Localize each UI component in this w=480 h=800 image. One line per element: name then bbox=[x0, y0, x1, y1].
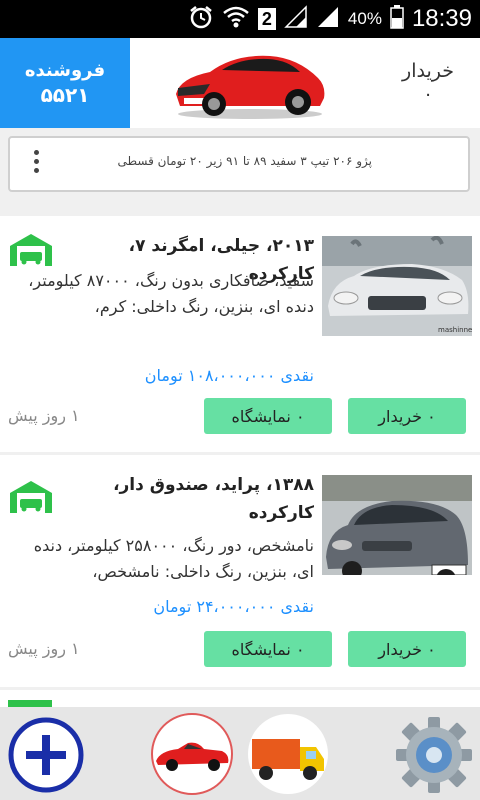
truck-icon[interactable] bbox=[246, 713, 330, 799]
more-vertical-icon[interactable] bbox=[32, 150, 40, 177]
alarm-icon bbox=[188, 4, 214, 34]
dealer-count-button[interactable]: ۰ نمایشگاه bbox=[204, 398, 332, 434]
buyer-count-button[interactable]: ۰ خریدار bbox=[348, 398, 466, 434]
listing-title: ۱۳۸۸، پراید، صندوق دار، کارکرده bbox=[113, 475, 314, 523]
listing-card[interactable]: mashinnet.com ۲۰۱۳، جیلی، امگرند ۷، کارک… bbox=[0, 216, 480, 452]
listing-price: نقدی ۱۰۸،۰۰۰،۰۰۰ تومان bbox=[144, 366, 314, 385]
dealer-count-button[interactable]: ۰ نمایشگاه bbox=[204, 631, 332, 667]
buyer-count: ۰ bbox=[423, 84, 433, 105]
car-photo bbox=[322, 475, 472, 575]
status-bar: 2 40% 18:39 bbox=[0, 0, 480, 38]
car-photo: mashinnet.com bbox=[322, 236, 472, 336]
buyer-button[interactable]: خریدار ۰ bbox=[402, 60, 454, 105]
red-sports-car-icon bbox=[170, 44, 330, 124]
posted-time: ۱ روز پیش bbox=[8, 406, 80, 425]
battery-percent: 40% bbox=[347, 9, 382, 28]
seller-count: ۵۵۲۱ bbox=[40, 83, 90, 107]
garage-icon[interactable] bbox=[8, 232, 54, 272]
listing-card[interactable]: ۱۳۸۸، پراید، صندوق دار، کارکرده نامشخص، … bbox=[0, 455, 480, 687]
signal-icon bbox=[284, 5, 308, 33]
add-circle-icon[interactable] bbox=[6, 715, 86, 799]
buyer-count-button[interactable]: ۰ خریدار bbox=[348, 631, 466, 667]
wifi-icon bbox=[222, 5, 250, 33]
posted-time: ۱ روز پیش bbox=[8, 639, 80, 658]
photo-watermark: mashinnet.com bbox=[438, 326, 472, 334]
seller-label: فروشنده bbox=[24, 60, 106, 81]
buyer-label: خریدار bbox=[402, 60, 454, 82]
signal-full-icon bbox=[316, 5, 340, 33]
red-car-icon[interactable] bbox=[148, 713, 236, 799]
clock: 18:39 bbox=[411, 5, 472, 32]
bottom-nav bbox=[0, 707, 480, 800]
app-header: فروشنده ۵۵۲۱ خریدار ۰ bbox=[0, 38, 480, 128]
seller-button[interactable]: فروشنده ۵۵۲۱ bbox=[0, 38, 130, 128]
garage-icon[interactable] bbox=[8, 479, 54, 519]
settings-gear-icon[interactable] bbox=[394, 715, 474, 799]
saved-search-card[interactable]: پژو ۲۰۶ تیپ ۳ سفید ۸۹ تا ۹۱ زیر ۲۰ تومان… bbox=[8, 136, 470, 192]
battery-icon bbox=[390, 5, 404, 33]
listing-price: نقدی ۲۴،۰۰۰،۰۰۰ تومان bbox=[153, 597, 314, 616]
sim-2-icon: 2 bbox=[257, 8, 276, 30]
saved-search-text: پژو ۲۰۶ تیپ ۳ سفید ۸۹ تا ۹۱ زیر ۲۰ تومان… bbox=[117, 154, 372, 168]
listing-description: نامشخص، دور رنگ، ۲۵۸۰۰۰ کیلومتر، دنده ای… bbox=[33, 536, 314, 581]
listing-description: سفید، صافکاری بدون رنگ، ۸۷۰۰۰ کیلومتر، د… bbox=[28, 271, 314, 316]
